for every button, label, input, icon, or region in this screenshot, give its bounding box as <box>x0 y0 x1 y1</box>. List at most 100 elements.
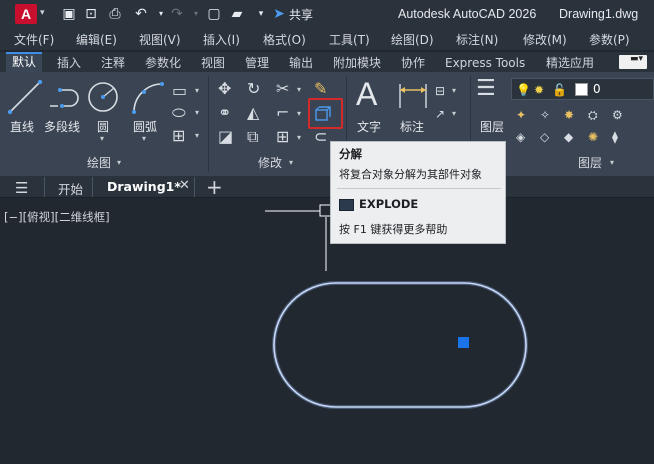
layer-properties-icon[interactable]: ☰ <box>476 78 496 100</box>
layer-tool-8-icon[interactable]: ◆ <box>564 128 573 146</box>
tab-express-tools[interactable]: Express Tools <box>439 54 531 72</box>
tab-output[interactable]: 输出 <box>283 54 319 72</box>
layer-tool-5-icon[interactable]: ⚙ <box>612 106 623 124</box>
tab-insert[interactable]: 插入 <box>51 54 87 72</box>
trim-dropdown-icon[interactable]: ▾ <box>297 85 301 94</box>
layer-properties-button[interactable]: 图层 <box>480 118 504 135</box>
hatch-dropdown-icon[interactable]: ▾ <box>195 131 199 140</box>
polyline-icon[interactable] <box>46 80 82 116</box>
layer-tool-1-icon[interactable]: ✦ <box>516 106 526 124</box>
layers-panel-expand-icon[interactable]: ▾ <box>610 158 614 167</box>
new-tab-icon[interactable]: + <box>206 175 223 199</box>
layer-tool-3-icon[interactable]: ✸ <box>564 106 574 124</box>
ellipse-icon[interactable]: ⬭ <box>172 104 186 122</box>
linear-dim-dropdown-icon[interactable]: ▾ <box>452 86 456 95</box>
menu-parametric[interactable]: 参数(P) <box>589 31 630 48</box>
move-icon[interactable]: ✥ <box>218 80 231 98</box>
linear-dim-icon[interactable]: ⊟ <box>435 82 445 100</box>
tab-manage[interactable]: 管理 <box>239 54 275 72</box>
layer-tool-9-icon[interactable]: ✺ <box>588 128 598 146</box>
draw-panel-title[interactable]: 绘图 <box>87 154 111 171</box>
ellipse-dropdown-icon[interactable]: ▾ <box>195 108 199 117</box>
layer-tool-4-icon[interactable]: ⛭ <box>588 106 598 124</box>
text-icon[interactable]: A <box>356 76 377 113</box>
redo-dropdown-icon[interactable]: ▾ <box>187 5 205 23</box>
redo-icon[interactable]: ↷ <box>168 5 186 23</box>
save-icon[interactable]: ▣ <box>60 5 78 23</box>
tab-collaborate[interactable]: 协作 <box>395 54 431 72</box>
menu-format[interactable]: 格式(O) <box>263 31 306 48</box>
dimension-icon[interactable] <box>396 80 430 114</box>
tab-featured-apps[interactable]: 精选应用 <box>540 54 600 72</box>
circle-dropdown-icon[interactable]: ▾ <box>100 134 104 143</box>
rotate-icon[interactable]: ↻ <box>247 80 260 98</box>
modify-panel-title[interactable]: 修改 <box>258 154 282 171</box>
explode-button-highlight[interactable] <box>308 98 343 129</box>
text-button[interactable]: 文字 <box>357 118 381 135</box>
array-dropdown-icon[interactable]: ▾ <box>297 133 301 142</box>
leader-dropdown-icon[interactable]: ▾ <box>452 109 456 118</box>
menu-edit[interactable]: 编辑(E) <box>76 31 117 48</box>
trim-icon[interactable]: ✂ <box>276 80 289 98</box>
undo-icon[interactable]: ↶ <box>132 5 150 23</box>
circle-icon[interactable] <box>86 80 122 116</box>
close-tab-icon[interactable]: ✕ <box>179 178 190 193</box>
share-button[interactable]: 共享 <box>289 6 313 23</box>
erase-icon[interactable]: ✎ <box>314 80 327 98</box>
app-menu-caret-icon[interactable]: ▾ <box>40 8 45 18</box>
fillet-dropdown-icon[interactable]: ▾ <box>297 109 301 118</box>
layer-tool-10-icon[interactable]: ⧫ <box>612 128 618 146</box>
share-icon[interactable]: ➤ <box>270 5 288 23</box>
layer-on-icon[interactable]: 💡 <box>516 81 531 99</box>
layer-tool-6-icon[interactable]: ◈ <box>516 128 525 146</box>
menu-tools[interactable]: 工具(T) <box>329 31 370 48</box>
dimension-button[interactable]: 标注 <box>400 118 424 135</box>
grip-point[interactable] <box>458 337 469 348</box>
line-button[interactable]: 直线 <box>10 118 34 135</box>
tab-addins[interactable]: 附加模块 <box>327 54 387 72</box>
menu-draw[interactable]: 绘图(D) <box>391 31 434 48</box>
print-icon[interactable]: ⎙ <box>106 5 124 23</box>
line-icon[interactable] <box>6 78 46 118</box>
save-as-icon[interactable]: ⊡ <box>82 5 100 23</box>
selected-polyline[interactable] <box>273 282 527 408</box>
menu-modify[interactable]: 修改(M) <box>523 31 567 48</box>
draw-panel-expand-icon[interactable]: ▾ <box>117 158 121 167</box>
layer-tool-2-icon[interactable]: ✧ <box>540 106 550 124</box>
scale-icon[interactable]: ⧉ <box>247 128 258 146</box>
hamburger-menu-icon[interactable]: ☰ <box>15 179 28 197</box>
offset-icon[interactable]: ⊂ <box>314 128 327 146</box>
menu-view[interactable]: 视图(V) <box>139 31 181 48</box>
new-file-icon[interactable]: ▢ <box>205 5 223 23</box>
hatch-icon[interactable]: ⊞ <box>172 127 185 145</box>
arc-icon[interactable] <box>130 80 166 116</box>
quick-access-dropdown-icon[interactable]: ▾ <box>252 5 270 23</box>
mirror-icon[interactable]: ◭ <box>247 104 259 122</box>
layer-tool-7-icon[interactable]: ◇ <box>540 128 549 146</box>
array-icon[interactable]: ⊞ <box>276 128 289 146</box>
tab-view[interactable]: 视图 <box>195 54 231 72</box>
menu-dimension[interactable]: 标注(N) <box>456 31 498 48</box>
menu-insert[interactable]: 插入(I) <box>203 31 240 48</box>
polyline-button[interactable]: 多段线 <box>44 118 80 135</box>
autocad-logo[interactable]: A <box>15 4 37 24</box>
tab-annotate[interactable]: 注释 <box>95 54 131 72</box>
arc-dropdown-icon[interactable]: ▾ <box>142 134 146 143</box>
stretch-icon[interactable]: ◪ <box>218 128 233 146</box>
rectangle-icon[interactable]: ▭ <box>172 82 187 100</box>
fillet-icon[interactable]: ⌐ <box>276 104 289 122</box>
layer-thaw-icon[interactable]: ✹ <box>534 81 544 99</box>
circle-button[interactable]: 圆 <box>97 118 109 135</box>
tab-parametric[interactable]: 参数化 <box>139 54 187 72</box>
copy-icon[interactable]: ⚭ <box>218 104 231 122</box>
arc-button[interactable]: 圆弧 <box>133 118 157 135</box>
menu-file[interactable]: 文件(F) <box>14 31 54 48</box>
tab-start[interactable]: 开始 <box>58 179 83 198</box>
tab-drawing1[interactable]: Drawing1* <box>107 179 181 194</box>
layer-unlock-icon[interactable]: 🔓 <box>552 81 567 99</box>
open-folder-icon[interactable]: ▰ <box>228 5 246 23</box>
leader-icon[interactable]: ↗ <box>435 105 445 123</box>
modify-panel-expand-icon[interactable]: ▾ <box>289 158 293 167</box>
layers-panel-title[interactable]: 图层 <box>578 154 602 171</box>
rectangle-dropdown-icon[interactable]: ▾ <box>195 86 199 95</box>
